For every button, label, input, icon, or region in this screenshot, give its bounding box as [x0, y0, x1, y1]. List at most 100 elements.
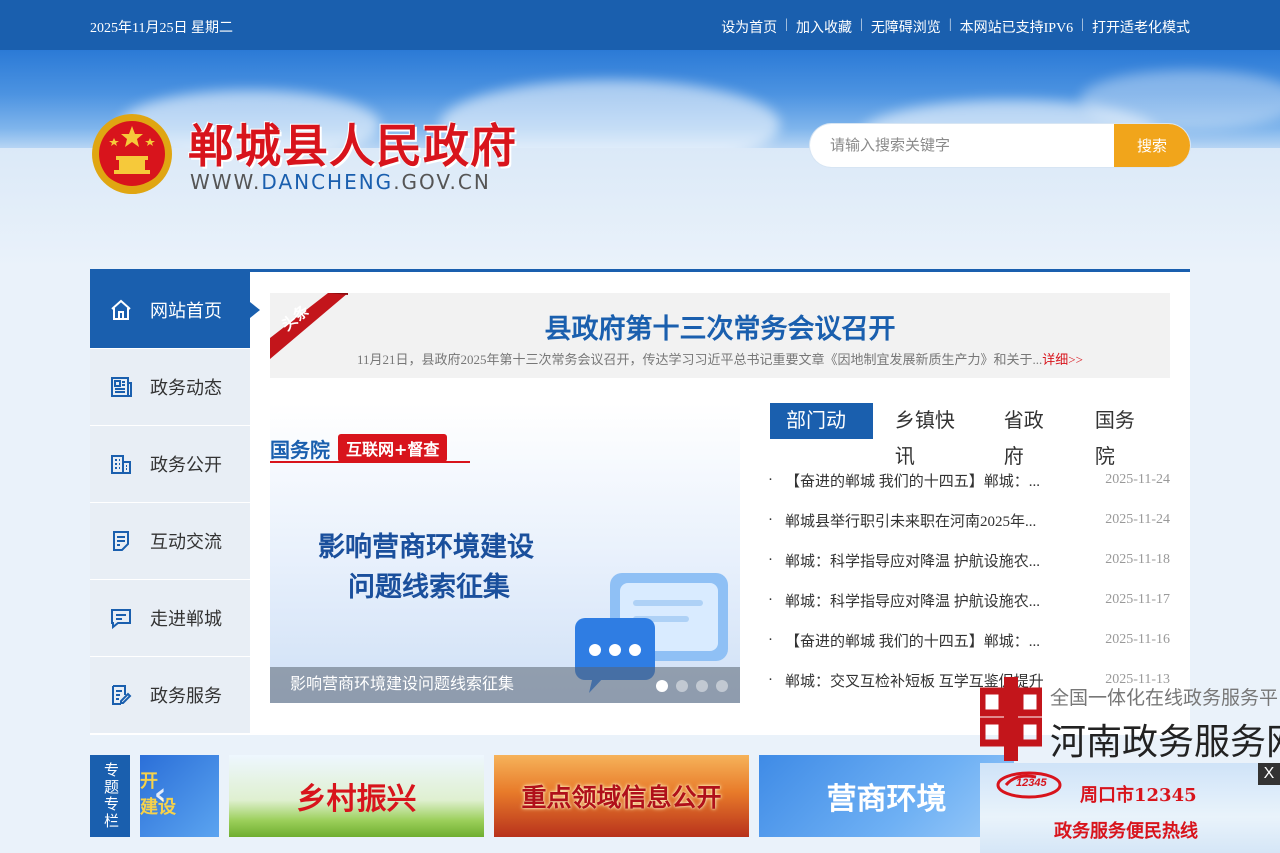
special-topics-label: 专题专栏 — [90, 755, 130, 837]
news-date: 2025-11-24 — [1105, 472, 1170, 487]
list-item[interactable]: · 郸城县举行职引未来职在河南2025年... 2025-11-24 — [768, 500, 1170, 540]
slider-dot[interactable] — [696, 680, 708, 692]
topic-card-info-disclosure[interactable]: 重点领域信息公开 — [494, 755, 749, 837]
national-emblem-icon — [90, 110, 174, 200]
main-panel: 网站首页 政务动态 政务公开 互动交流 走进郸城 政务服务 头条 县政府第十三次… — [90, 269, 1190, 735]
news-date: 2025-11-17 — [1105, 592, 1170, 607]
message-icon — [108, 605, 134, 631]
headline-more-link[interactable]: 详细>> — [1042, 352, 1083, 367]
slider-dots — [656, 680, 728, 692]
news-tabs: 部门动态 乡镇快讯 省政府 国务院 — [770, 403, 1170, 468]
slider-dot[interactable] — [676, 680, 688, 692]
service-icon — [108, 682, 134, 708]
henan-service-logo-icon — [978, 677, 1044, 766]
bullet: · — [768, 551, 773, 568]
search-box: 搜索 — [810, 124, 1190, 167]
slide-headline-line2: 问题线索征集 — [348, 572, 510, 603]
headline-title[interactable]: 县政府第十三次常务会议召开 — [270, 307, 1170, 346]
slide-badge-left: 国务院 — [270, 437, 330, 462]
slide-badge-right: 互联网+督查 — [338, 434, 448, 462]
home-icon — [108, 297, 134, 323]
slide-headline-line1: 影响营商环境建设 — [318, 532, 534, 563]
nav-item-label: 走进郸城 — [150, 609, 222, 629]
close-icon[interactable]: X — [1258, 763, 1280, 785]
slider-dot[interactable] — [716, 680, 728, 692]
image-slider[interactable]: 国务院 互联网+督查 影响营商环境建设 问题线索征集 影响营商环境建设问题线索征… — [270, 403, 740, 703]
site-url-suffix: .GOV.CN — [393, 170, 491, 194]
news-icon — [108, 374, 134, 400]
slide-badge-line — [270, 461, 470, 463]
topic-card-business-environment[interactable]: 营商环境 — [759, 755, 1014, 837]
bullet: · — [768, 471, 773, 488]
nav-item-gov-service[interactable]: 政务服务 — [90, 657, 250, 734]
henan-service-subtitle: 全国一体化在线政务服务平台 — [1050, 688, 1280, 709]
news-title[interactable]: 郸城：科学指导应对降温 护航设施农... — [785, 590, 1065, 611]
headline-summary: 11月21日，县政府2025年第十三次常务会议召开，传达学习习近平总书记重要文章… — [270, 349, 1170, 368]
search-button[interactable]: 搜索 — [1114, 124, 1190, 167]
top-bar: 2025年11月25日 星期二 设为首页 | 加入收藏 | 无障碍浏览 | 本网… — [0, 0, 1280, 50]
site-url-prefix: WWW. — [190, 170, 262, 194]
nav-item-gov-news[interactable]: 政务动态 — [90, 349, 250, 426]
hotline-float[interactable]: X 12345 周口市12345 政务服务便民热线 — [980, 763, 1280, 853]
set-homepage-link[interactable]: 设为首页 — [721, 17, 777, 37]
elderly-mode-link[interactable]: 打开适老化模式 — [1092, 17, 1190, 37]
separator: | — [1081, 17, 1084, 32]
chevron-left-icon[interactable]: ‹ — [154, 777, 166, 812]
site-title: 郸城县人民政府 — [188, 119, 517, 173]
tab-township-news[interactable]: 乡镇快讯 — [879, 403, 982, 468]
bullet: · — [768, 591, 773, 608]
search-input[interactable] — [810, 124, 1114, 167]
topic-card-partial[interactable]: 开 建设 ‹ — [140, 755, 219, 837]
nav-item-gov-open[interactable]: 政务公开 — [90, 426, 250, 503]
news-title[interactable]: 【奋进的郸城 我们的十四五】郸城：... — [785, 630, 1065, 651]
nav-item-home[interactable]: 网站首页 — [90, 272, 260, 349]
accessibility-link[interactable]: 无障碍浏览 — [871, 17, 941, 37]
top-links: 设为首页 | 加入收藏 | 无障碍浏览 | 本网站已支持IPV6 | 打开适老化… — [721, 17, 1190, 37]
hotline-logo-text: 12345 — [1016, 777, 1047, 789]
news-date: 2025-11-16 — [1105, 632, 1170, 647]
nav-item-about-city[interactable]: 走进郸城 — [90, 580, 250, 657]
nav-item-interaction[interactable]: 互动交流 — [90, 503, 250, 580]
hotline-title: 周口市12345 — [1080, 785, 1197, 806]
hotline-subtitle: 政务服务便民热线 — [1054, 821, 1198, 842]
nav-item-label: 互动交流 — [150, 532, 222, 552]
nav-item-label: 政务公开 — [150, 455, 222, 475]
list-item[interactable]: · 【奋进的郸城 我们的十四五】郸城：... 2025-11-24 — [768, 460, 1170, 500]
ipv6-link[interactable]: 本网站已支持IPV6 — [960, 17, 1074, 37]
document-icon — [108, 528, 134, 554]
tab-provincial-gov[interactable]: 省政府 — [988, 403, 1073, 468]
topic-card-rural-revitalization[interactable]: 乡村振兴 — [229, 755, 484, 837]
list-item[interactable]: · 郸城：科学指导应对降温 护航设施农... 2025-11-17 — [768, 580, 1170, 620]
bullet: · — [768, 631, 773, 648]
headline-news[interactable]: 头条 县政府第十三次常务会议召开 11月21日，县政府2025年第十三次常务会议… — [270, 293, 1170, 378]
separator: | — [860, 17, 863, 32]
tab-department-news[interactable]: 部门动态 — [770, 403, 873, 468]
bullet: · — [768, 671, 773, 688]
slide-badge: 国务院 互联网+督查 — [270, 434, 470, 462]
news-list: · 【奋进的郸城 我们的十四五】郸城：... 2025-11-24 · 郸城县举行职引… — [768, 460, 1170, 700]
topic-card-label: 重点领域信息公开 — [521, 783, 722, 812]
news-title[interactable]: 郸城：科学指导应对降温 护航设施农... — [785, 550, 1065, 571]
slider-dot[interactable] — [656, 680, 668, 692]
site-url: WWW.DANCHENG.GOV.CN — [190, 170, 491, 194]
list-item[interactable]: · 【奋进的郸城 我们的十四五】郸城：... 2025-11-16 — [768, 620, 1170, 660]
topic-card-label: 乡村振兴 — [296, 782, 417, 817]
current-date: 2025年11月25日 星期二 — [90, 21, 233, 36]
site-url-domain: DANCHENG — [261, 170, 394, 194]
nav-item-label: 政务动态 — [150, 378, 222, 398]
building-icon — [108, 451, 134, 477]
henan-service-float[interactable]: 全国一体化在线政务服务平台 河南政务服务网 — [978, 675, 1280, 766]
henan-service-title: 河南政务服务网 — [1050, 721, 1280, 762]
news-title[interactable]: 【奋进的郸城 我们的十四五】郸城：... — [785, 470, 1065, 491]
nav-item-label: 网站首页 — [150, 301, 222, 321]
hotline-logo-icon: 12345 — [996, 771, 1062, 799]
add-favorite-link[interactable]: 加入收藏 — [796, 17, 852, 37]
news-date: 2025-11-24 — [1105, 512, 1170, 527]
news-title[interactable]: 郸城县举行职引未来职在河南2025年... — [785, 510, 1065, 531]
topic-card-label: 营商环境 — [826, 782, 947, 817]
tab-state-council[interactable]: 国务院 — [1079, 403, 1164, 468]
separator: | — [948, 17, 952, 32]
list-item[interactable]: · 郸城：科学指导应对降温 护航设施农... 2025-11-18 — [768, 540, 1170, 580]
news-date: 2025-11-18 — [1105, 552, 1170, 567]
separator: | — [785, 17, 788, 32]
